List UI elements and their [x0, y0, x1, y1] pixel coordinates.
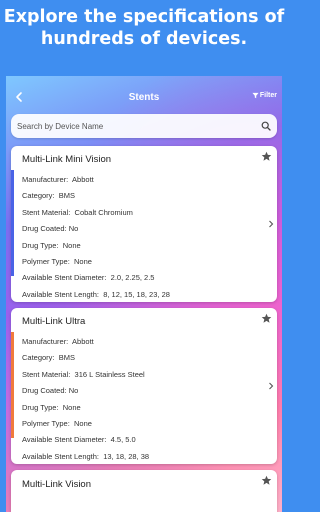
- chevron-right-icon[interactable]: [268, 382, 274, 390]
- screen-title: Stents: [128, 92, 160, 103]
- spec-row: Category: BMS: [22, 353, 75, 363]
- spec-row: Drug Coated: No: [22, 224, 79, 234]
- spec-row: Stent Material: Cobalt Chromium: [22, 207, 133, 217]
- spec-row: Category: BMS: [22, 191, 75, 201]
- card-accent-bar: [11, 332, 14, 438]
- filter-button[interactable]: Filter: [252, 92, 277, 99]
- spec-row: Available Stent Diameter: 2.0, 2.25, 2.5: [22, 273, 155, 283]
- search-input[interactable]: [17, 114, 257, 138]
- device-name: Multi-Link Vision: [22, 479, 91, 490]
- spec-row: Polymer Type: None: [22, 418, 92, 428]
- device-name: Multi-Link Mini Vision: [22, 154, 112, 165]
- app-bar: Stents Filter: [6, 76, 282, 118]
- spec-row: Available Stent Diameter: 4.5, 5.0: [22, 435, 136, 445]
- device-card[interactable]: Multi-Link Ultra Manufacturer: Abbott Ca…: [11, 308, 277, 464]
- spec-list: Manufacturer: Abbott Category: BMS Stent…: [22, 334, 149, 464]
- filter-icon: [252, 92, 259, 99]
- spec-row: Drug Type: None: [22, 240, 81, 250]
- card-accent-bar: [11, 170, 14, 276]
- device-card[interactable]: Multi-Link Vision: [11, 470, 277, 512]
- search-bar: [11, 114, 277, 138]
- spec-row: Available Stent Length: 13, 18, 28, 38: [22, 451, 150, 461]
- spec-row: Available Stent Length: 8, 12, 15, 18, 2…: [22, 289, 170, 299]
- star-icon[interactable]: [261, 151, 272, 162]
- spec-row: Stent Material: 316 L Stainless Steel: [22, 369, 145, 379]
- app-screen: Stents Filter Multi-Link Mini Vision Man…: [6, 76, 282, 512]
- chevron-right-icon[interactable]: [268, 220, 274, 228]
- search-icon[interactable]: [261, 121, 271, 131]
- device-name: Multi-Link Ultra: [22, 316, 86, 327]
- spec-row: Manufacturer: Abbott: [22, 175, 94, 184]
- spec-row: Drug Type: None: [22, 402, 81, 412]
- spec-row: Manufacturer: Abbott: [22, 337, 94, 346]
- device-card[interactable]: Multi-Link Mini Vision Manufacturer: Abb…: [11, 146, 277, 302]
- promo-headline: Explore the specifications of hundreds o…: [3, 7, 285, 49]
- star-icon[interactable]: [261, 313, 272, 324]
- spec-row: Polymer Type: None: [22, 256, 92, 266]
- star-icon[interactable]: [261, 475, 272, 486]
- spec-list: Manufacturer: Abbott Category: BMS Stent…: [22, 172, 170, 302]
- filter-label: Filter: [259, 92, 277, 99]
- spec-row: Drug Coated: No: [22, 386, 79, 396]
